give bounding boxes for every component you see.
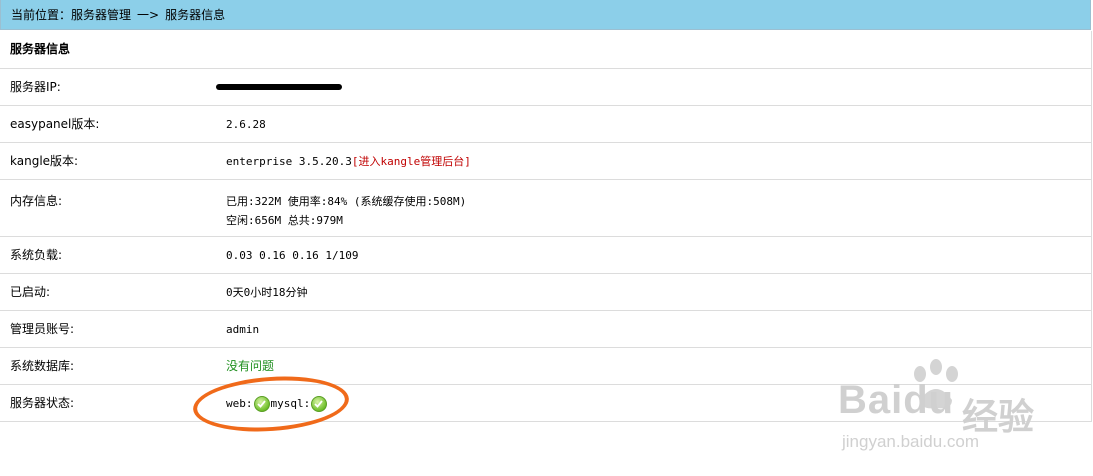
breadcrumb-section[interactable]: 服务器管理: [71, 8, 131, 22]
row-uptime: 已启动: 0天0小时18分钟: [0, 274, 1092, 311]
breadcrumb: 当前位置：服务器管理 一> 服务器信息: [0, 0, 1091, 30]
row-label: kangle版本:: [10, 154, 79, 168]
redaction-mark: [216, 84, 342, 90]
row-value: 已用:322M 使用率:84% (系统缓存使用:508M) 空闲:656M 总共…: [216, 180, 1091, 236]
row-label: 服务器IP:: [10, 80, 61, 94]
row-system-load: 系统负载: 0.03 0.16 0.16 1/109: [0, 237, 1092, 274]
breadcrumb-prefix: 当前位置：: [11, 8, 72, 22]
breadcrumb-current: 服务器信息: [165, 8, 226, 22]
row-label: 服务器状态:: [10, 396, 75, 410]
row-label: 已启动:: [10, 285, 51, 299]
row-memory-info: 内存信息: 已用:322M 使用率:84% (系统缓存使用:508M) 空闲:6…: [0, 180, 1092, 237]
database-status: 没有问题: [226, 359, 275, 373]
row-easypanel-version: easypanel版本: 2.6.28: [0, 106, 1092, 143]
row-value: 2.6.28: [226, 118, 266, 131]
row-value: enterprise 3.5.20.3[进入kangle管理后台]: [216, 143, 1091, 179]
panel-title: 服务器信息: [0, 31, 1092, 69]
row-label: 系统负载:: [10, 248, 63, 262]
row-label: easypanel版本:: [10, 117, 100, 131]
watermark-brand: Baidu: [838, 378, 955, 422]
breadcrumb-separator: 一>: [137, 8, 160, 22]
row-admin-account: 管理员账号: admin: [0, 311, 1092, 348]
row-value: admin: [226, 323, 260, 336]
memory-used-line: 已用:322M 使用率:84% (系统缓存使用:508M): [226, 195, 467, 208]
row-value: 0.03 0.16 0.16 1/109: [226, 249, 359, 262]
row-kangle-version: kangle版本: enterprise 3.5.20.3[进入kangle管理…: [0, 143, 1092, 180]
memory-free-line: 空闲:656M 总共:979M: [226, 214, 343, 227]
row-value: 0天0小时18分钟: [226, 286, 308, 299]
watermark: Baidu 经验 jingyan.baidu.com: [838, 358, 1078, 458]
row-label: 管理员账号:: [10, 322, 75, 336]
row-label: 系统数据库:: [10, 359, 75, 373]
row-value: [216, 69, 1091, 105]
kangle-admin-link[interactable]: [进入kangle管理后台]: [352, 155, 471, 168]
row-server-ip: 服务器IP:: [0, 69, 1092, 106]
kangle-version-text: enterprise 3.5.20.3: [226, 155, 352, 168]
watermark-url: jingyan.baidu.com: [842, 432, 980, 451]
row-label: 内存信息:: [10, 194, 63, 208]
